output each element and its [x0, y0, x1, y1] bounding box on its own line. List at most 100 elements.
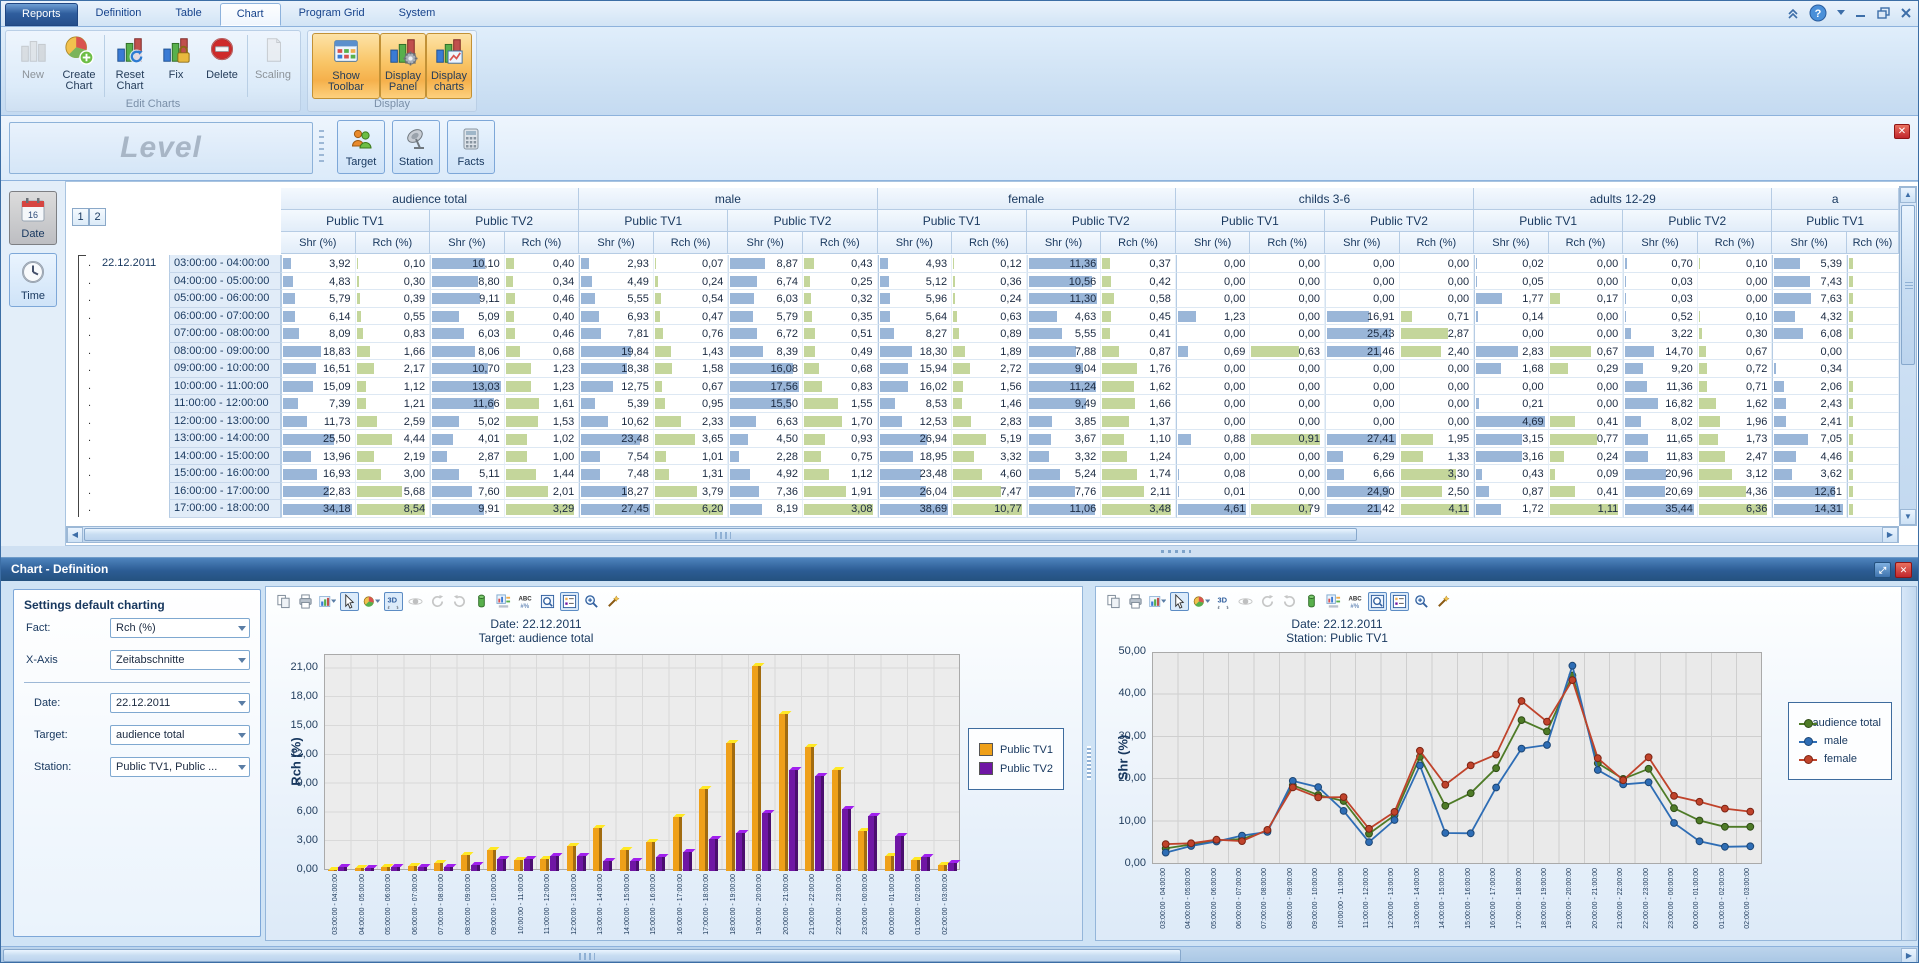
table-row[interactable]: .07:00:00 - 08:00:008,090,836,030,467,81…	[66, 325, 1899, 343]
value-cell[interactable]: 3,65	[654, 430, 729, 448]
fact-header[interactable]: Rch (%)	[1400, 232, 1475, 254]
value-cell[interactable]: 0,00	[1325, 413, 1400, 431]
zoomin-icon[interactable]	[582, 592, 601, 611]
station-header[interactable]: Public TV1	[878, 210, 1027, 232]
value-cell[interactable]: 18,38	[579, 360, 654, 378]
value-cell[interactable]: 6,29	[1325, 448, 1400, 466]
value-cell[interactable]: 0,35	[803, 308, 878, 326]
show-toolbar-button[interactable]: Show Toolbar	[312, 33, 380, 99]
value-cell[interactable]: 0,68	[505, 343, 580, 361]
point-female[interactable]	[1289, 784, 1296, 791]
table-row[interactable]: .17:00:00 - 18:00:0034,188,549,913,2927,…	[66, 500, 1899, 518]
value-cell[interactable]: 0,87	[1474, 483, 1549, 501]
value-cell[interactable]: 27,41	[1325, 430, 1400, 448]
table-vertical-scrollbar[interactable]: ▲ ▼	[1899, 186, 1917, 526]
value-cell[interactable]: 2,83	[1474, 343, 1549, 361]
station-header[interactable]: Public TV2	[728, 210, 877, 232]
point-female[interactable]	[1518, 698, 1525, 705]
value-cell[interactable]: 1,61	[505, 395, 580, 413]
chart-splitter[interactable]	[1084, 586, 1094, 941]
value-cell[interactable]: 1,55	[803, 395, 878, 413]
value-cell[interactable]: 0,00	[1325, 255, 1400, 273]
value-cell[interactable]: 7,39	[281, 395, 356, 413]
value-cell[interactable]: 34,18	[281, 500, 356, 518]
station-header[interactable]: Public TV1	[1176, 210, 1325, 232]
value-cell[interactable]: 2,40	[1400, 343, 1475, 361]
value-cell[interactable]: 2,47	[1698, 448, 1773, 466]
value-cell[interactable]: 13,03	[430, 378, 505, 396]
value-cell[interactable]: 1,72	[1474, 500, 1549, 518]
point-male[interactable]	[1391, 817, 1398, 824]
value-cell[interactable]: 3,15	[1474, 430, 1549, 448]
depth-icon[interactable]	[1302, 592, 1321, 611]
value-cell[interactable]: 2,72	[952, 360, 1027, 378]
scroll-up-icon[interactable]: ▲	[1900, 187, 1916, 203]
bar-public-tv2[interactable]	[709, 839, 718, 871]
value-cell[interactable]: 4,50	[728, 430, 803, 448]
value-cell[interactable]: 4,46	[1772, 448, 1847, 466]
value-cell[interactable]: 2,50	[1400, 483, 1475, 501]
target-dropdown[interactable]: audience total	[110, 725, 250, 745]
fact-dropdown[interactable]: Rch (%)	[110, 618, 250, 638]
station-header[interactable]: Public TV2	[1027, 210, 1176, 232]
value-cell[interactable]: 0,88	[1176, 430, 1251, 448]
value-cell[interactable]: 0,43	[1474, 465, 1549, 483]
fact-header[interactable]: Rch (%)	[1698, 232, 1773, 254]
value-cell[interactable]: 14,70	[1623, 343, 1698, 361]
panel-expand-icon[interactable]: ⤢	[1874, 562, 1891, 578]
value-cell[interactable]: 7,48	[579, 465, 654, 483]
fact-header[interactable]: Rch (%)	[1250, 232, 1325, 254]
value-cell[interactable]: 9,20	[1623, 360, 1698, 378]
value-cell[interactable]: 6,36	[1698, 500, 1773, 518]
value-cell[interactable]: 1,68	[1474, 360, 1549, 378]
value-cell[interactable]: 10,62	[579, 413, 654, 431]
point-audience-total[interactable]	[1467, 790, 1474, 797]
value-cell[interactable]: 0,00	[1325, 290, 1400, 308]
value-cell-partial[interactable]	[1847, 255, 1899, 273]
table-row[interactable]: .14:00:00 - 15:00:0013,962,192,871,007,5…	[66, 448, 1899, 466]
point-male[interactable]	[1315, 784, 1322, 791]
value-cell[interactable]: 4,11	[1400, 500, 1475, 518]
value-cell[interactable]: 0,00	[1474, 325, 1549, 343]
display-panel-button[interactable]: DisplayPanel	[380, 33, 426, 99]
value-cell[interactable]: 11,65	[1623, 430, 1698, 448]
value-cell[interactable]: 1,77	[1474, 290, 1549, 308]
value-cell[interactable]: 0,00	[1176, 255, 1251, 273]
fact-header[interactable]: Shr (%)	[579, 232, 654, 254]
value-cell[interactable]: 1,66	[1101, 395, 1176, 413]
value-cell[interactable]: 16,91	[1325, 308, 1400, 326]
value-cell[interactable]: 1,89	[952, 343, 1027, 361]
fact-header[interactable]: Shr (%)	[728, 232, 803, 254]
station-header[interactable]: Public TV2	[1325, 210, 1474, 232]
value-cell[interactable]: 11,66	[430, 395, 505, 413]
value-cell[interactable]: 23,48	[579, 430, 654, 448]
value-cell[interactable]: 0,21	[1474, 395, 1549, 413]
station-header[interactable]: Public TV2	[1623, 210, 1772, 232]
legend-item-female[interactable]: female	[1799, 753, 1881, 765]
value-cell[interactable]: 3,79	[654, 483, 729, 501]
value-cell[interactable]: 0,00	[1176, 378, 1251, 396]
value-cell[interactable]: 4,63	[1027, 308, 1102, 326]
value-cell[interactable]: 0,67	[1549, 343, 1624, 361]
bar-public-tv2[interactable]	[842, 809, 851, 871]
tab-system[interactable]: System	[383, 3, 452, 26]
value-cell[interactable]: 0,00	[1250, 290, 1325, 308]
value-cell[interactable]: 0,46	[505, 325, 580, 343]
value-cell[interactable]: 6,08	[1772, 325, 1847, 343]
point-female[interactable]	[1239, 838, 1246, 845]
value-cell[interactable]: 5,55	[1027, 325, 1102, 343]
point-male[interactable]	[1569, 662, 1576, 669]
legend-icon[interactable]	[560, 592, 579, 611]
value-cell[interactable]: 0,00	[1250, 308, 1325, 326]
value-cell[interactable]: 1,96	[1698, 413, 1773, 431]
value-cell[interactable]: 2,59	[356, 413, 431, 431]
value-cell[interactable]: 0,00	[1176, 413, 1251, 431]
table-row[interactable]: .05:00:00 - 06:00:005,790,399,110,465,55…	[66, 290, 1899, 308]
value-cell[interactable]: 0,41	[1549, 413, 1624, 431]
point-male[interactable]	[1747, 843, 1754, 850]
point-female[interactable]	[1391, 809, 1398, 816]
value-cell[interactable]: 5,79	[281, 290, 356, 308]
value-cell[interactable]: 26,04	[878, 483, 953, 501]
value-cell[interactable]: 0,42	[1101, 273, 1176, 291]
target-button[interactable]: Target	[337, 120, 385, 174]
